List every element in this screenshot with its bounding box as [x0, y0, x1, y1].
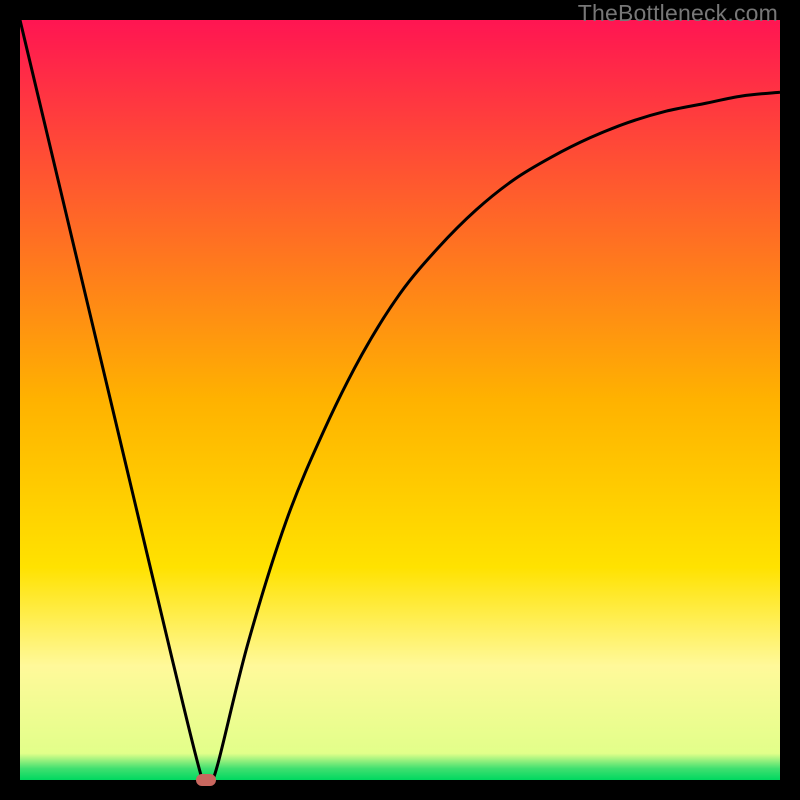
plot-area: [20, 20, 780, 780]
chart-frame: [20, 20, 780, 780]
watermark-label: TheBottleneck.com: [578, 0, 778, 27]
minimum-marker: [196, 774, 216, 786]
chart-curve: [20, 20, 780, 780]
